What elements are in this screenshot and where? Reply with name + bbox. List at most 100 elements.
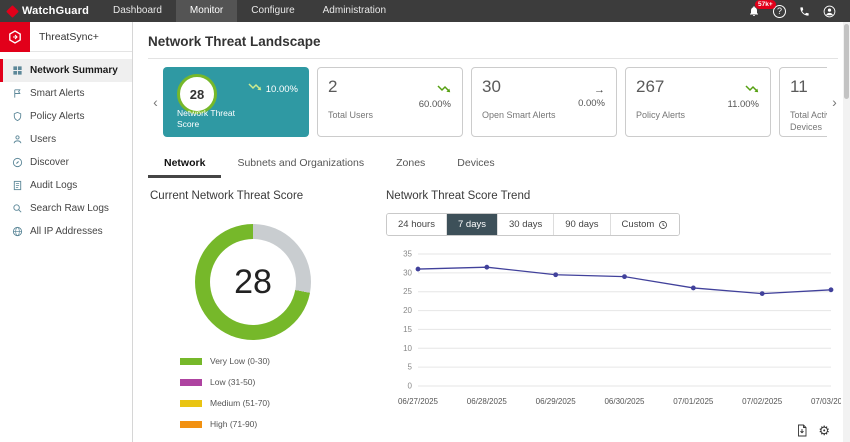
trend-line-chart: 0510152025303506/27/202506/28/202506/29/… xyxy=(386,244,841,416)
time-range-selector: 24 hours 7 days 30 days 90 days Custom xyxy=(386,213,680,236)
legend-item: Medium (51-70) xyxy=(180,398,356,408)
sidebar-item-network-summary[interactable]: Network Summary xyxy=(0,59,132,82)
nav-item-dashboard[interactable]: Dashboard xyxy=(99,0,176,22)
card-policy-alerts[interactable]: 267 Policy Alerts 11.00% xyxy=(625,67,771,137)
svg-text:06/28/2025: 06/28/2025 xyxy=(467,397,508,406)
card-network-threat-score[interactable]: 28 10.00% Network Threat Score xyxy=(163,67,309,137)
footer-actions: ⚙ xyxy=(796,424,830,437)
card-total-users[interactable]: 2 Total Users 60.00% xyxy=(317,67,463,137)
notification-badge: 57k+ xyxy=(755,0,776,9)
card-delta-value: 60.00% xyxy=(419,99,451,110)
trend-flat-icon: → xyxy=(594,85,605,96)
donut-title: Current Network Threat Score xyxy=(150,190,356,202)
nav-item-configure[interactable]: Configure xyxy=(237,0,308,22)
legend-label: Low (31-50) xyxy=(210,377,255,387)
watchguard-logo-icon xyxy=(6,5,19,18)
card-label: Policy Alerts xyxy=(636,110,714,122)
sidebar-item-label: Search Raw Logs xyxy=(30,203,109,214)
threatsync-logo-icon xyxy=(0,22,30,52)
threat-score-donut: 28 xyxy=(195,224,311,340)
top-nav-menu: Dashboard Monitor Configure Administrati… xyxy=(99,0,400,22)
globe-icon xyxy=(12,226,23,237)
sidebar-item-policy-alerts[interactable]: Policy Alerts xyxy=(0,105,132,128)
range-24-hours-button[interactable]: 24 hours xyxy=(387,214,447,235)
app-window: WatchGuard Dashboard Monitor Configure A… xyxy=(0,0,850,442)
legend-swatch xyxy=(180,400,202,407)
account-icon[interactable] xyxy=(823,5,836,18)
svg-text:35: 35 xyxy=(403,250,412,259)
svg-text:5: 5 xyxy=(408,363,413,372)
tab-zones[interactable]: Zones xyxy=(380,150,441,178)
shield-icon xyxy=(12,111,23,122)
tab-bar: Network Subnets and Organizations Zones … xyxy=(148,150,842,178)
sidebar-item-label: Users xyxy=(30,134,56,145)
donut-legend: Very Low (0-30) Low (31-50) Medium (51-70)… xyxy=(180,356,356,442)
card-delta: 11.00% xyxy=(727,85,759,110)
top-nav-actions: 57k+ ? xyxy=(748,5,850,18)
legend-item: Low (31-50) xyxy=(180,377,356,387)
user-icon xyxy=(12,134,23,145)
card-delta-value: 11.00% xyxy=(727,99,759,110)
donut-center-value: 28 xyxy=(210,239,296,325)
bell-icon[interactable]: 57k+ xyxy=(748,5,760,17)
tab-devices[interactable]: Devices xyxy=(441,150,510,178)
legend-item: High (71-90) xyxy=(180,419,356,429)
card-label: Open Smart Alerts xyxy=(482,110,560,122)
export-report-icon[interactable] xyxy=(796,424,808,437)
range-custom-button[interactable]: Custom xyxy=(611,214,680,235)
sidebar-item-users[interactable]: Users xyxy=(0,128,132,151)
sidebar-item-label: Network Summary xyxy=(30,65,118,76)
current-threat-score-panel: Current Network Threat Score 28 Very Low… xyxy=(148,190,356,442)
legend-swatch xyxy=(180,358,202,365)
sidebar-title: ThreatSync+ xyxy=(39,31,99,43)
carousel-left-chevron-icon[interactable]: ‹ xyxy=(148,94,163,110)
grid-icon xyxy=(12,65,23,76)
trend-down-icon xyxy=(437,85,451,97)
legend-label: Very Low (0-30) xyxy=(210,356,270,366)
tab-network[interactable]: Network xyxy=(148,150,221,178)
gear-icon[interactable]: ⚙ xyxy=(818,424,830,437)
card-label: Network Threat Score xyxy=(177,108,247,130)
svg-text:07/01/2025: 07/01/2025 xyxy=(673,397,714,406)
svg-text:15: 15 xyxy=(403,325,412,334)
svg-text:07/02/2025: 07/02/2025 xyxy=(742,397,783,406)
card-delta: 60.00% xyxy=(419,85,451,110)
phone-icon[interactable] xyxy=(799,6,810,17)
card-total-active-devices[interactable]: 11 Total Active Devices xyxy=(779,67,827,137)
legend-label: Medium (51-70) xyxy=(210,398,270,408)
sidebar-item-audit-logs[interactable]: Audit Logs xyxy=(0,174,132,197)
range-30-days-button[interactable]: 30 days xyxy=(498,214,554,235)
sidebar-item-label: Smart Alerts xyxy=(30,88,84,99)
sidebar-item-label: Policy Alerts xyxy=(30,111,84,122)
legend-item: Very Low (0-30) xyxy=(180,356,356,366)
sidebar-item-search-raw-logs[interactable]: Search Raw Logs xyxy=(0,197,132,220)
range-90-days-button[interactable]: 90 days xyxy=(554,214,610,235)
search-icon xyxy=(12,203,23,214)
svg-text:25: 25 xyxy=(403,287,412,296)
legend-swatch xyxy=(180,379,202,386)
network-tab-content: Current Network Threat Score 28 Very Low… xyxy=(148,190,842,442)
divider xyxy=(148,58,838,59)
sidebar-item-all-ip-addresses[interactable]: All IP Addresses xyxy=(0,220,132,243)
flag-icon xyxy=(12,88,23,99)
nav-item-administration[interactable]: Administration xyxy=(309,0,400,22)
sidebar-item-label: Audit Logs xyxy=(30,180,77,191)
sidebar-item-smart-alerts[interactable]: Smart Alerts xyxy=(0,82,132,105)
scrollbar-thumb[interactable] xyxy=(844,24,849,99)
carousel-right-chevron-icon[interactable]: › xyxy=(827,94,842,110)
card-delta-value: 10.00% xyxy=(266,84,298,95)
sidebar-item-label: Discover xyxy=(30,157,69,168)
svg-text:06/30/2025: 06/30/2025 xyxy=(604,397,645,406)
watchguard-logo: WatchGuard xyxy=(0,5,99,17)
threat-score-trend-panel: Network Threat Score Trend 24 hours 7 da… xyxy=(356,190,842,442)
sidebar-item-discover[interactable]: Discover xyxy=(0,151,132,174)
card-open-smart-alerts[interactable]: 30 Open Smart Alerts → 0.00% xyxy=(471,67,617,137)
card-delta: 10.00% xyxy=(248,83,298,95)
trend-chart-container: 0510152025303506/27/202506/28/202506/29/… xyxy=(386,244,842,421)
range-7-days-button[interactable]: 7 days xyxy=(447,214,498,235)
svg-text:0: 0 xyxy=(408,382,413,391)
nav-item-monitor[interactable]: Monitor xyxy=(176,0,237,22)
card-value: 11 xyxy=(790,77,827,97)
tab-subnets-and-organizations[interactable]: Subnets and Organizations xyxy=(221,150,380,178)
main-content: Network Threat Landscape ‹ 28 10.00% Net… xyxy=(134,22,842,442)
